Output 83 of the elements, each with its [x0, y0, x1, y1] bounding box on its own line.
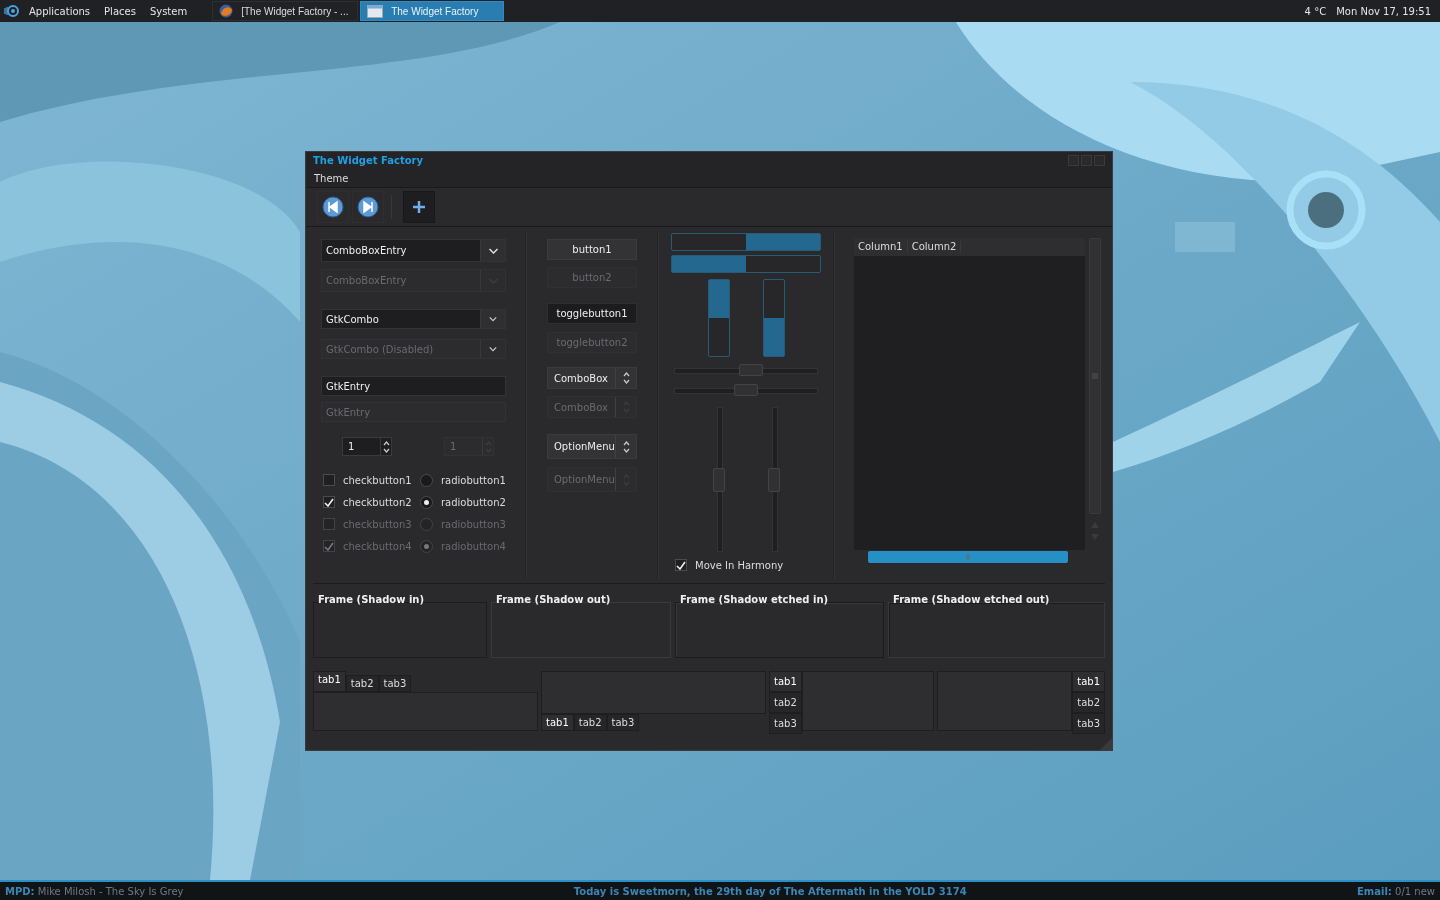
chevron-down-icon	[489, 346, 497, 352]
scrollbar-thumb[interactable]	[1089, 238, 1101, 514]
slider-thumb[interactable]	[767, 467, 780, 492]
checkbox-label: Move In Harmony	[695, 559, 784, 571]
horizontal-slider[interactable]	[674, 383, 818, 397]
checkbox[interactable]	[323, 474, 335, 486]
check-icon	[324, 497, 334, 507]
radio-label: radiobutton1	[441, 474, 506, 486]
frame-label: Frame (Shadow out)	[495, 594, 612, 605]
window-icon	[367, 4, 384, 18]
slider-thumb[interactable]	[712, 467, 725, 492]
tab[interactable]: tab3	[378, 675, 412, 692]
task-button[interactable]: [The Widget Factory - ...	[212, 1, 359, 21]
tab[interactable]: tab3	[606, 714, 640, 731]
vertical-slider[interactable]	[712, 407, 725, 552]
tab[interactable]: tab2	[345, 675, 379, 692]
date-text: Today is Sweetmorn, the 29th day of The Aftermath in the YOLD 3174	[572, 885, 968, 897]
resize-grip-icon[interactable]	[1100, 738, 1112, 750]
up-down-icon	[622, 372, 630, 384]
email-text: Email: 0/1 new	[1357, 885, 1435, 897]
dropdown-button[interactable]	[480, 240, 505, 261]
tab[interactable]: tab1	[313, 671, 346, 692]
plus-icon	[412, 200, 426, 214]
toolbar-button[interactable]	[403, 191, 435, 223]
window-title: The Widget Factory	[313, 155, 424, 166]
column-title[interactable]: Column2	[907, 241, 962, 253]
dropdown-button[interactable]	[480, 310, 505, 328]
tab[interactable]: tab1	[1072, 671, 1105, 692]
globe-icon	[219, 4, 234, 18]
chevron-down-icon	[487, 247, 499, 254]
frame-label: Frame (Shadow etched out)	[892, 594, 1051, 605]
tab[interactable]: tab1	[541, 714, 574, 731]
frame-label: Frame (Shadow in)	[317, 594, 426, 605]
checkbox-label: checkbutton3	[343, 518, 412, 530]
slider-thumb[interactable]	[734, 384, 758, 396]
scrollbar-thumb[interactable]	[868, 551, 1068, 563]
radio-label: radiobutton4	[441, 540, 506, 552]
panel-menu[interactable]: Applications	[22, 5, 98, 17]
combo-field[interactable]: GtkCombo	[321, 309, 506, 329]
checkbox-label: checkbutton1	[343, 474, 412, 486]
tab[interactable]: tab3	[769, 713, 802, 734]
tab[interactable]: tab3	[1072, 713, 1105, 734]
radio-button[interactable]	[420, 473, 433, 487]
tab[interactable]: tab1	[769, 671, 802, 692]
toolbar-button[interactable]	[317, 191, 349, 223]
combo-box-entry[interactable]: ComboBoxEntry	[321, 239, 506, 262]
text-entry[interactable]: GtkEntry	[321, 376, 506, 396]
push-button[interactable]: button1	[547, 239, 637, 260]
clock-text: Mon Nov 17, 19:51	[1335, 5, 1432, 17]
weather-text: 4 °C	[1303, 5, 1328, 17]
frame-label: Frame (Shadow etched in)	[679, 594, 830, 605]
up-down-icon	[382, 440, 390, 453]
option-menu[interactable]: OptionMenu	[547, 434, 637, 459]
check-icon	[324, 541, 334, 551]
now-playing-text: MPD: Mike Milosh - The Sky Is Grey	[5, 885, 184, 897]
forward-icon	[357, 196, 379, 218]
radio-label: radiobutton2	[441, 496, 506, 508]
radio-button[interactable]	[420, 495, 433, 509]
horizontal-slider[interactable]	[674, 363, 818, 377]
tab[interactable]: tab2	[1072, 692, 1105, 713]
tab[interactable]: tab2	[769, 692, 802, 713]
radio-label: radiobutton3	[441, 518, 506, 530]
tab[interactable]: tab2	[573, 714, 607, 731]
toolbar-button[interactable]	[352, 191, 384, 223]
checkbox[interactable]	[323, 496, 335, 508]
column-title[interactable]: Column1	[854, 241, 908, 253]
panel-menu[interactable]: Places	[97, 5, 143, 17]
checkbox[interactable]	[675, 559, 687, 571]
combo-box[interactable]: ComboBox	[547, 367, 637, 389]
chevron-down-icon	[489, 316, 497, 322]
back-icon	[322, 196, 344, 218]
vertical-slider[interactable]	[767, 407, 780, 552]
panel-menu[interactable]: System	[142, 5, 195, 17]
task-button[interactable]: The Widget Factory	[360, 1, 505, 21]
checkbox-label: checkbutton4	[343, 540, 412, 552]
slider-thumb[interactable]	[738, 364, 763, 376]
toggle-button[interactable]: togglebutton1	[547, 303, 637, 324]
checkbox-label: checkbutton2	[343, 496, 412, 508]
up-down-icon	[622, 440, 630, 453]
app-menu-icon	[4, 3, 20, 19]
menu-item[interactable]: Theme	[309, 172, 354, 184]
check-icon	[676, 560, 686, 570]
spin-button[interactable]: 1	[342, 437, 392, 456]
